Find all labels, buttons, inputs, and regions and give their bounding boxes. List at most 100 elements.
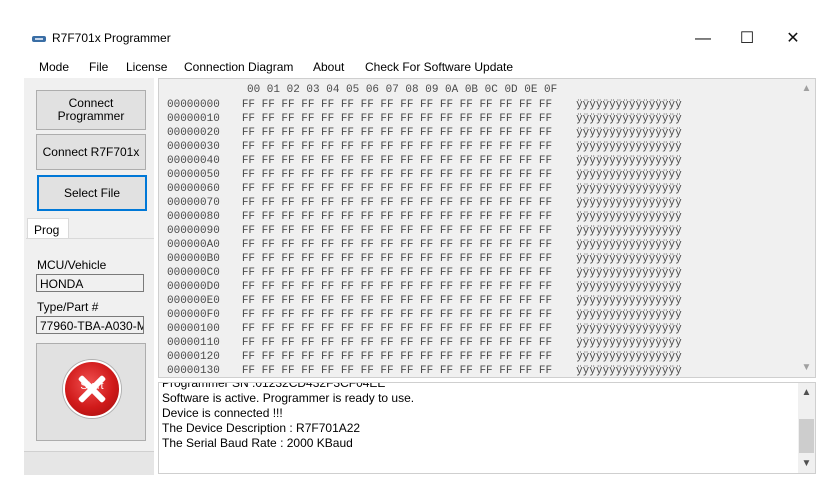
hex-bytes: FF FF FF FF FF FF FF FF FF FF FF FF FF F… (241, 253, 553, 265)
log-scrollbar[interactable]: ▲ ▼ (798, 383, 815, 473)
title-bar: R7F701x Programmer — ☐ ✕ (0, 0, 840, 56)
hex-ascii: ÿÿÿÿÿÿÿÿÿÿÿÿÿÿÿÿ (576, 337, 682, 349)
connect-programmer-button[interactable]: Connect Programmer (36, 90, 146, 130)
hex-row: 00000090 FF FF FF FF FF FF FF FF FF FF FF… (167, 225, 682, 239)
hex-row: 000000D0 FF FF FF FF FF FF FF FF FF FF FF… (167, 281, 682, 295)
hex-ascii: ÿÿÿÿÿÿÿÿÿÿÿÿÿÿÿÿ (576, 253, 682, 265)
scroll-up-arrow-icon[interactable]: ▲ (798, 83, 815, 94)
hex-row: 00000030 FF FF FF FF FF FF FF FF FF FF FF… (167, 141, 682, 155)
hex-offset: 00000100 (167, 323, 220, 335)
app-icon (32, 36, 46, 42)
hex-bytes: FF FF FF FF FF FF FF FF FF FF FF FF FF F… (241, 127, 553, 139)
hex-row: 000000F0 FF FF FF FF FF FF FF FF FF FF FF… (167, 309, 682, 323)
hex-ascii: ÿÿÿÿÿÿÿÿÿÿÿÿÿÿÿÿ (576, 365, 682, 377)
hex-bytes: FF FF FF FF FF FF FF FF FF FF FF FF FF F… (241, 113, 553, 125)
log-scroll-down-icon[interactable]: ▼ (798, 458, 815, 469)
hex-offset: 000000E0 (167, 295, 220, 307)
hex-bytes: FF FF FF FF FF FF FF FF FF FF FF FF FF F… (241, 351, 553, 363)
connect-programmer-label: Connect Programmer (57, 96, 125, 123)
log-line: The Serial Baud Rate : 2000 KBaud (162, 436, 353, 450)
maximize-button[interactable]: ☐ (724, 24, 770, 54)
hex-offset: 00000120 (167, 351, 220, 363)
hex-row: 00000000 FF FF FF FF FF FF FF FF FF FF FF… (167, 99, 682, 113)
hex-ascii: ÿÿÿÿÿÿÿÿÿÿÿÿÿÿÿÿ (576, 155, 682, 167)
select-file-button[interactable]: Select File (37, 175, 147, 211)
hex-ascii: ÿÿÿÿÿÿÿÿÿÿÿÿÿÿÿÿ (576, 127, 682, 139)
type-part-label: Type/Part # (37, 300, 99, 314)
hex-viewer[interactable]: 00 01 02 03 04 05 06 07 08 09 0A 0B 0C 0… (158, 78, 816, 378)
hex-bytes: FF FF FF FF FF FF FF FF FF FF FF FF FF F… (241, 99, 553, 111)
start-button[interactable]: Start (63, 360, 121, 418)
hex-bytes: FF FF FF FF FF FF FF FF FF FF FF FF FF F… (241, 225, 553, 237)
start-label: Start (80, 380, 104, 392)
hex-ascii: ÿÿÿÿÿÿÿÿÿÿÿÿÿÿÿÿ (576, 113, 682, 125)
hex-ascii: ÿÿÿÿÿÿÿÿÿÿÿÿÿÿÿÿ (576, 309, 682, 321)
hex-row: 000000C0 FF FF FF FF FF FF FF FF FF FF FF… (167, 267, 682, 281)
tab-prog[interactable]: Prog (27, 218, 69, 238)
hex-ascii: ÿÿÿÿÿÿÿÿÿÿÿÿÿÿÿÿ (576, 225, 682, 237)
hex-bytes: FF FF FF FF FF FF FF FF FF FF FF FF FF F… (241, 281, 553, 293)
hex-offset: 00000030 (167, 141, 220, 153)
hex-offset: 00000080 (167, 211, 220, 223)
hex-offset: 000000F0 (167, 309, 220, 321)
menu-check-update[interactable]: Check For Software Update (365, 60, 513, 74)
mcu-vehicle-field[interactable]: HONDA (36, 274, 144, 292)
hex-row: 000000E0 FF FF FF FF FF FF FF FF FF FF FF… (167, 295, 682, 309)
start-button-frame: Start (36, 343, 146, 441)
menu-file[interactable]: File (89, 60, 108, 74)
menu-mode[interactable]: Mode (39, 60, 69, 74)
menu-license[interactable]: License (126, 60, 167, 74)
hex-offset: 00000110 (167, 337, 220, 349)
hex-bytes: FF FF FF FF FF FF FF FF FF FF FF FF FF F… (241, 295, 553, 307)
hex-offset: 00000020 (167, 127, 220, 139)
hex-ascii: ÿÿÿÿÿÿÿÿÿÿÿÿÿÿÿÿ (576, 281, 682, 293)
hex-ascii: ÿÿÿÿÿÿÿÿÿÿÿÿÿÿÿÿ (576, 239, 682, 251)
log-line: Software is active. Programmer is ready … (162, 391, 415, 405)
menu-connection-diagram[interactable]: Connection Diagram (184, 60, 293, 74)
hex-bytes: FF FF FF FF FF FF FF FF FF FF FF FF FF F… (241, 155, 553, 167)
connect-r7f701x-button[interactable]: Connect R7F701x (36, 134, 146, 170)
hex-bytes: FF FF FF FF FF FF FF FF FF FF FF FF FF F… (241, 183, 553, 195)
hex-ascii: ÿÿÿÿÿÿÿÿÿÿÿÿÿÿÿÿ (576, 211, 682, 223)
type-part-field[interactable]: 77960-TBA-A030-M2 (36, 316, 144, 334)
hex-bytes: FF FF FF FF FF FF FF FF FF FF FF FF FF F… (241, 267, 553, 279)
hex-offset: 00000090 (167, 225, 220, 237)
hex-offset: 00000050 (167, 169, 220, 181)
scroll-down-arrow-icon[interactable]: ▼ (798, 362, 815, 373)
hex-row: 00000010 FF FF FF FF FF FF FF FF FF FF FF… (167, 113, 682, 127)
log-output[interactable]: Programmer SN :01232CD432F3CF04EE Softwar… (158, 382, 816, 474)
hex-offset: 00000000 (167, 99, 220, 111)
hex-row: 00000080 FF FF FF FF FF FF FF FF FF FF FF… (167, 211, 682, 225)
status-strip (24, 451, 154, 475)
hex-offset: 00000040 (167, 155, 220, 167)
hex-offset: 00000010 (167, 113, 220, 125)
hex-ascii: ÿÿÿÿÿÿÿÿÿÿÿÿÿÿÿÿ (576, 141, 682, 153)
hex-ascii: ÿÿÿÿÿÿÿÿÿÿÿÿÿÿÿÿ (576, 323, 682, 335)
log-scroll-thumb[interactable] (799, 419, 814, 453)
log-line: Programmer SN :01232CD432F3CF04EE (162, 382, 386, 390)
log-scroll-up-icon[interactable]: ▲ (798, 387, 815, 398)
hex-row: 00000070 FF FF FF FF FF FF FF FF FF FF FF… (167, 197, 682, 211)
hex-ascii: ÿÿÿÿÿÿÿÿÿÿÿÿÿÿÿÿ (576, 183, 682, 195)
close-button[interactable]: ✕ (770, 24, 816, 54)
hex-ascii: ÿÿÿÿÿÿÿÿÿÿÿÿÿÿÿÿ (576, 351, 682, 363)
hex-column-header: 00 01 02 03 04 05 06 07 08 09 0A 0B 0C 0… (247, 84, 558, 96)
log-line: Device is connected !!! (162, 406, 283, 420)
minimize-button[interactable]: — (680, 24, 726, 54)
hex-bytes: FF FF FF FF FF FF FF FF FF FF FF FF FF F… (241, 337, 553, 349)
mcu-vehicle-label: MCU/Vehicle (37, 258, 107, 272)
hex-bytes: FF FF FF FF FF FF FF FF FF FF FF FF FF F… (241, 197, 553, 209)
hex-offset: 00000070 (167, 197, 220, 209)
hex-row: 00000100 FF FF FF FF FF FF FF FF FF FF FF… (167, 323, 682, 337)
hex-row: 00000120 FF FF FF FF FF FF FF FF FF FF FF… (167, 351, 682, 365)
hex-bytes: FF FF FF FF FF FF FF FF FF FF FF FF FF F… (241, 239, 553, 251)
hex-offset: 000000B0 (167, 253, 220, 265)
left-panel: Connect Programmer Connect R7F701x Selec… (24, 78, 154, 475)
hex-bytes: FF FF FF FF FF FF FF FF FF FF FF FF FF F… (241, 169, 553, 181)
hex-ascii: ÿÿÿÿÿÿÿÿÿÿÿÿÿÿÿÿ (576, 295, 682, 307)
menu-about[interactable]: About (313, 60, 344, 74)
hex-bytes: FF FF FF FF FF FF FF FF FF FF FF FF FF F… (241, 211, 553, 223)
hex-ascii: ÿÿÿÿÿÿÿÿÿÿÿÿÿÿÿÿ (576, 267, 682, 279)
hex-offset: 00000130 (167, 365, 220, 377)
hex-scrollbar[interactable]: ▲ ▼ (798, 79, 815, 377)
